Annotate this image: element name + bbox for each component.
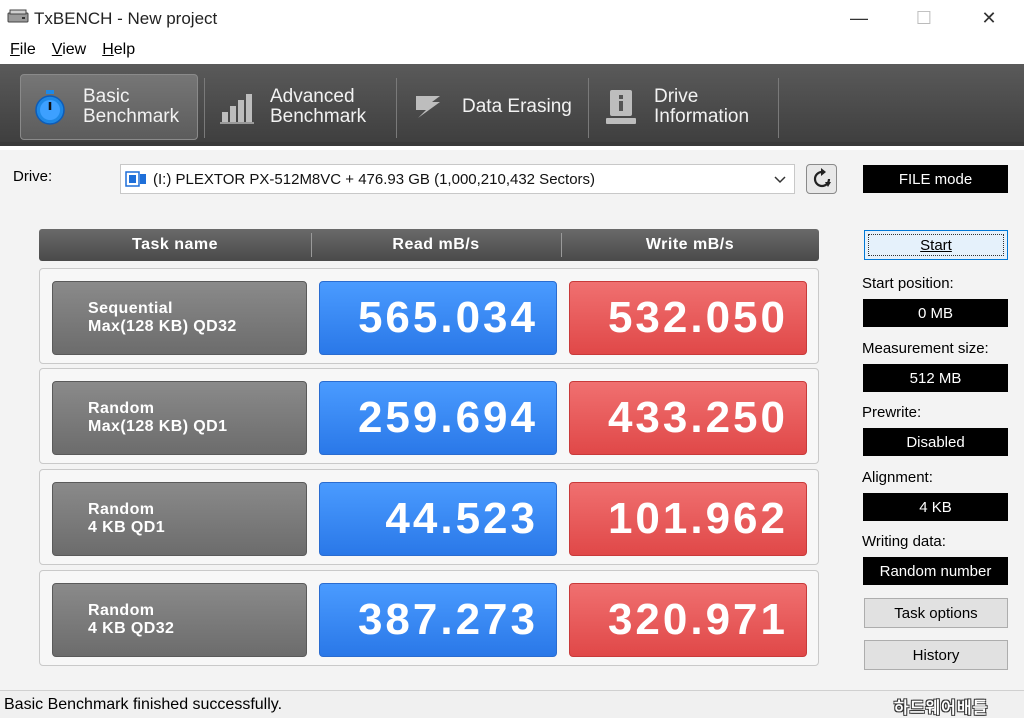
menu-file[interactable]: File xyxy=(10,41,36,59)
table-row: Sequential Max(128 KB) QD32 565.034 532.… xyxy=(39,268,819,364)
write-result: 320.971 xyxy=(569,583,807,657)
bar-chart-icon xyxy=(220,94,254,124)
ribbon-toolbar: Basic Benchmark Advanced Benchmark Data Er… xyxy=(0,64,1024,146)
tab-divider xyxy=(778,78,779,138)
prewrite-label: Prewrite: xyxy=(862,404,922,421)
menu-bar: File View Help xyxy=(0,36,1024,64)
header-read: Read mB/s xyxy=(392,236,480,253)
measurement-size-label: Measurement size: xyxy=(862,340,989,357)
task-name-line1: Random xyxy=(88,400,155,417)
drive-select[interactable]: (I:) PLEXTOR PX-512M8VC + 476.93 GB (1,0… xyxy=(120,164,795,194)
mode-indicator: FILE mode xyxy=(863,165,1008,193)
task-button-random-4k-qd32[interactable]: Random 4 KB QD32 xyxy=(52,583,307,657)
task-button-random-max-qd1[interactable]: Random Max(128 KB) QD1 xyxy=(52,381,307,455)
tab-basic-benchmark[interactable]: Basic Benchmark xyxy=(20,74,198,140)
header-task-name: Task name xyxy=(131,236,219,253)
prewrite-value: Disabled xyxy=(863,428,1008,456)
read-result: 387.273 xyxy=(319,583,557,657)
tab-label: Drive xyxy=(654,86,699,107)
drive-icon xyxy=(125,171,146,187)
tab-data-erasing[interactable]: Data Erasing xyxy=(400,74,580,140)
status-bar: Basic Benchmark finished successfully. xyxy=(0,690,1024,718)
tab-advanced-benchmark[interactable]: Advanced Benchmark xyxy=(208,74,388,140)
title-bar: TxBENCH - New project — ☐ ✕ xyxy=(0,0,1024,36)
status-text: Basic Benchmark finished successfully. xyxy=(4,696,283,713)
task-name-line2: 4 KB QD1 xyxy=(88,519,165,536)
task-name-line1: Sequential xyxy=(88,300,173,317)
tab-label: Benchmark xyxy=(270,106,367,127)
write-result: 433.250 xyxy=(569,381,807,455)
drive-select-value: (I:) PLEXTOR PX-512M8VC + 476.93 GB (1,0… xyxy=(153,170,596,188)
drive-label: Drive: xyxy=(13,168,53,185)
alignment-value: 4 KB xyxy=(863,493,1008,521)
drive-info-icon xyxy=(606,90,636,124)
refresh-icon xyxy=(813,168,831,188)
task-name-line2: Max(128 KB) QD32 xyxy=(88,318,237,335)
tab-label: Advanced xyxy=(270,86,355,107)
start-position-value: 0 MB xyxy=(863,299,1008,327)
tab-divider xyxy=(204,78,205,138)
task-name-line2: 4 KB QD32 xyxy=(88,620,175,637)
write-result: 101.962 xyxy=(569,482,807,556)
window-title: TxBENCH - New project xyxy=(34,9,218,28)
tab-divider xyxy=(396,78,397,138)
writing-data-label: Writing data: xyxy=(862,533,946,550)
task-name-line1: Random xyxy=(88,501,155,518)
tab-divider xyxy=(588,78,589,138)
minimize-button[interactable]: — xyxy=(836,0,882,36)
watermark: 하드웨어배틀 xyxy=(894,700,989,717)
read-result: 259.694 xyxy=(319,381,557,455)
chevron-down-icon xyxy=(774,176,786,184)
task-name-line2: Max(128 KB) QD1 xyxy=(88,418,228,435)
read-result: 44.523 xyxy=(319,482,557,556)
maximize-button[interactable]: ☐ xyxy=(901,0,947,36)
tab-label: Benchmark xyxy=(83,106,180,127)
alignment-label: Alignment: xyxy=(862,469,933,486)
header-write: Write mB/s xyxy=(645,236,735,253)
tab-drive-information[interactable]: Drive Information xyxy=(592,74,774,140)
eraser-icon xyxy=(416,96,440,118)
menu-view[interactable]: View xyxy=(52,41,86,59)
write-result: 532.050 xyxy=(569,281,807,355)
table-header: Task name Read mB/s Write mB/s xyxy=(39,229,819,261)
task-options-button[interactable]: Task options xyxy=(864,598,1008,628)
task-button-random-4k-qd1[interactable]: Random 4 KB QD1 xyxy=(52,482,307,556)
app-drive-icon xyxy=(7,9,29,23)
stopwatch-icon xyxy=(35,90,65,125)
history-button[interactable]: History xyxy=(864,640,1008,670)
table-row: Random Max(128 KB) QD1 259.694 433.250 xyxy=(39,368,819,464)
task-name-line1: Random xyxy=(88,602,155,619)
table-row: Random 4 KB QD1 44.523 101.962 xyxy=(39,469,819,565)
refresh-button[interactable] xyxy=(806,164,837,194)
close-button[interactable]: ✕ xyxy=(966,0,1012,36)
start-position-label: Start position: xyxy=(862,275,954,292)
writing-data-value: Random number xyxy=(863,557,1008,585)
measurement-size-value: 512 MB xyxy=(863,364,1008,392)
tab-label: Data Erasing xyxy=(462,96,572,117)
tab-label: Basic xyxy=(83,86,130,107)
start-button[interactable]: Start xyxy=(864,230,1008,260)
task-button-sequential-qd32[interactable]: Sequential Max(128 KB) QD32 xyxy=(52,281,307,355)
read-result: 565.034 xyxy=(319,281,557,355)
menu-help[interactable]: Help xyxy=(102,41,135,59)
tab-label: Information xyxy=(654,106,750,127)
table-row: Random 4 KB QD32 387.273 320.971 xyxy=(39,570,819,666)
